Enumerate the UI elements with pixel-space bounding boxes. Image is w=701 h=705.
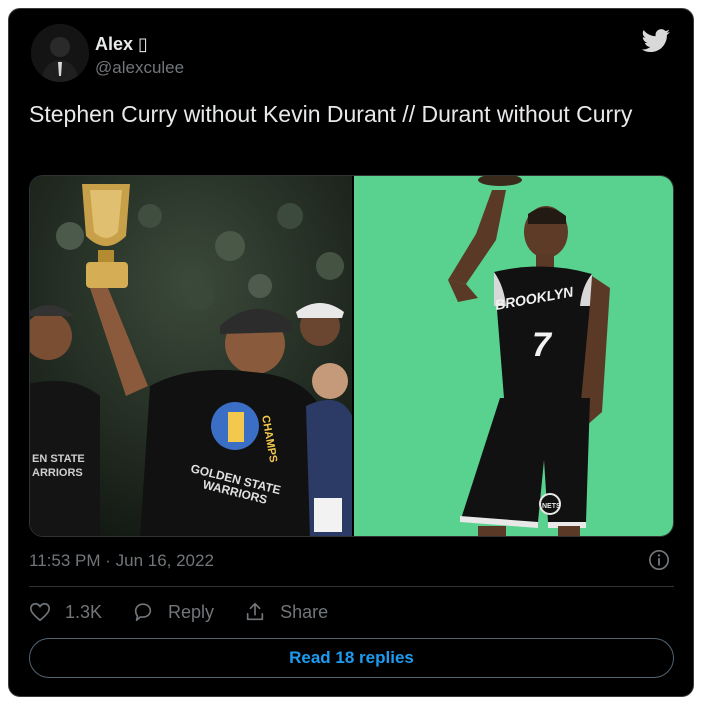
reply-label: Reply (168, 601, 215, 622)
svg-text:NETS: NETS (542, 503, 561, 510)
reply-icon (134, 603, 152, 622)
like-count: 1.3K (65, 601, 103, 622)
share-label: Share (280, 601, 329, 622)
heart-icon (30, 602, 50, 622)
share-button[interactable]: Share (244, 601, 328, 623)
tweet-card: Alex ▯ @alexculee Stephen Curry without … (8, 8, 694, 697)
durant-photo[interactable]: BROOKLYN 7 NETS (354, 176, 673, 536)
share-icon (246, 602, 264, 621)
curry-photo[interactable]: GOLDEN STATE WARRIORS CHAMPS EN STATE AR… (30, 176, 352, 536)
tweet-actions: 1.3K Reply Share (29, 599, 358, 625)
tweet-text: Stephen Curry without Kevin Durant // Du… (29, 101, 633, 127)
read-replies-button[interactable]: Read 18 replies (29, 638, 674, 678)
reply-button[interactable]: Reply (132, 601, 214, 623)
svg-text:ARRIORS: ARRIORS (32, 467, 83, 479)
user-handle[interactable]: @alexculee (95, 58, 184, 78)
tweet-media[interactable]: GOLDEN STATE WARRIORS CHAMPS EN STATE AR… (29, 175, 674, 537)
svg-text:EN STATE: EN STATE (32, 453, 85, 465)
avatar[interactable] (31, 24, 89, 82)
svg-text:7: 7 (532, 326, 553, 364)
tweet-timestamp[interactable]: 11:53 PM · Jun 16, 2022 (29, 551, 214, 571)
display-name[interactable]: Alex ▯ (95, 33, 148, 55)
info-icon[interactable] (648, 549, 670, 571)
twitter-bird-icon[interactable] (641, 29, 671, 53)
like-button[interactable]: 1.3K (29, 601, 102, 623)
divider (29, 586, 674, 587)
